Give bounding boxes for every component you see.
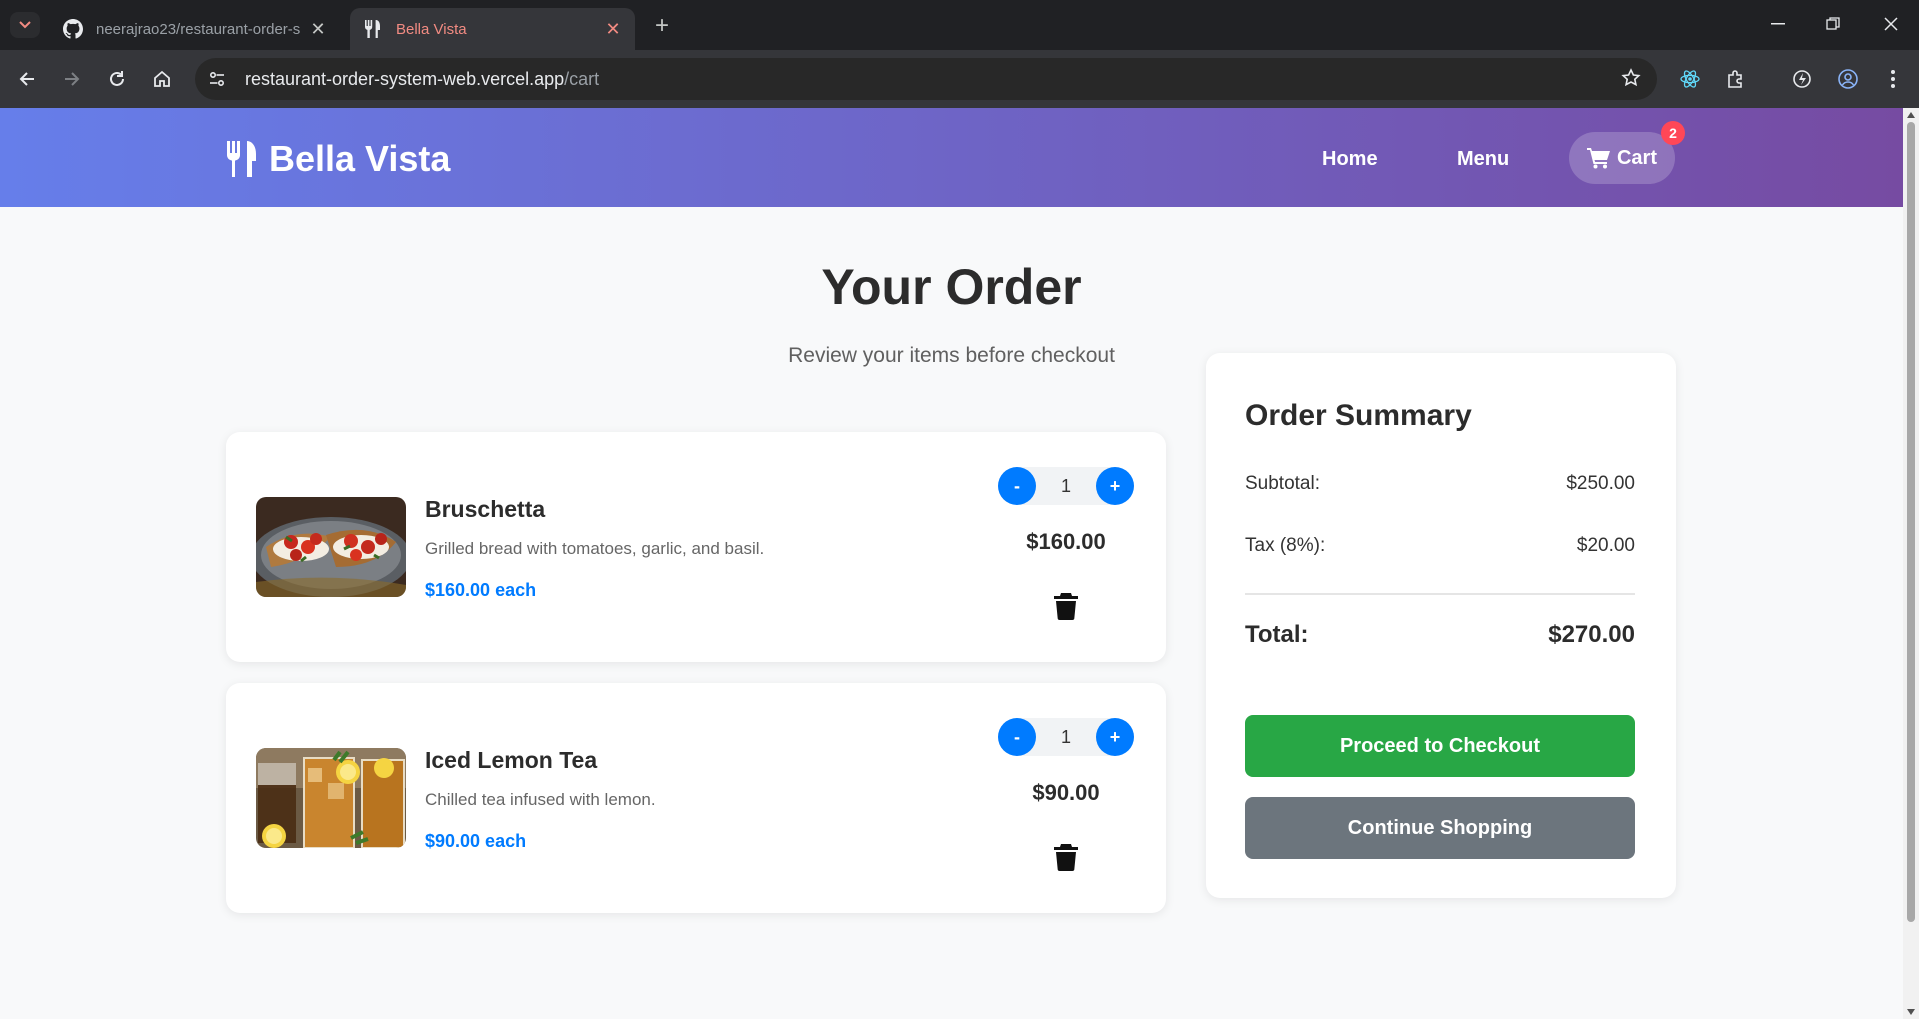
tab-github[interactable]: neerajrao23/restaurant-order-s ✕ — [50, 8, 340, 50]
page-viewport: Bella Vista Home Menu Cart 2 Your Order … — [0, 108, 1903, 1019]
chrome-menu-button[interactable] — [1878, 64, 1908, 94]
trash-icon — [1054, 593, 1078, 620]
restore-icon — [1826, 17, 1840, 30]
tax-value: $20.00 — [1576, 535, 1635, 556]
arrow-left-icon — [19, 72, 34, 86]
item-total-price: $160.00 — [1026, 529, 1106, 554]
tax-row: Tax (8%): $20.00 — [1245, 535, 1635, 557]
tab-search-button[interactable] — [10, 12, 40, 38]
item-unit-price: $160.00 each — [425, 580, 537, 600]
quantity-stepper: - 1 + — [998, 467, 1134, 505]
tab-title: Bella Vista — [396, 20, 467, 38]
brand-name: Bella Vista — [269, 138, 451, 179]
brand-logo[interactable]: Bella Vista — [225, 138, 450, 180]
order-summary-panel: Order Summary Subtotal: $250.00 Tax (8%)… — [1206, 353, 1676, 898]
profile-button[interactable] — [1833, 64, 1863, 94]
url-host: restaurant-order-system-web.vercel.app — [245, 68, 565, 89]
total-value: $270.00 — [1548, 621, 1635, 648]
tab-bella-vista[interactable]: Bella Vista ✕ — [350, 8, 635, 50]
cart-label: Cart — [1616, 146, 1657, 169]
item-name: Bruschetta — [425, 496, 546, 522]
close-tab-icon[interactable]: ✕ — [308, 19, 328, 39]
reload-icon — [110, 71, 124, 86]
increase-quantity-button[interactable]: + — [1096, 467, 1134, 505]
bookmark-star-icon[interactable] — [1621, 68, 1641, 93]
new-tab-button[interactable]: + — [648, 12, 676, 40]
arrow-right-icon — [65, 72, 80, 86]
item-name: Iced Lemon Tea — [425, 747, 598, 773]
nav-menu-link[interactable]: Menu — [1457, 148, 1509, 171]
item-description: Grilled bread with tomatoes, garlic, and… — [425, 539, 765, 558]
tab-title: neerajrao23/restaurant-order-s — [96, 20, 301, 38]
decrease-quantity-button[interactable]: - — [998, 467, 1036, 505]
extensions-button[interactable] — [1721, 64, 1751, 94]
url-text[interactable]: restaurant-order-system-web.vercel.app/c… — [245, 69, 599, 90]
scroll-up-arrow[interactable] — [1907, 112, 1915, 118]
cart-item: Iced Lemon Tea Chilled tea infused with … — [226, 683, 1166, 913]
address-bar[interactable]: restaurant-order-system-web.vercel.app/c… — [195, 58, 1657, 100]
puzzle-icon — [1728, 70, 1742, 88]
speedometer-icon — [1793, 70, 1811, 88]
site-settings-icon[interactable] — [201, 63, 233, 95]
reload-button[interactable] — [102, 64, 132, 94]
increase-quantity-button[interactable]: + — [1096, 718, 1134, 756]
close-tab-icon[interactable]: ✕ — [603, 19, 623, 39]
cart-icon — [1586, 148, 1610, 169]
subtotal-value: $250.00 — [1566, 473, 1635, 494]
react-devtools-extension[interactable] — [1675, 64, 1705, 94]
subtotal-row: Subtotal: $250.00 — [1245, 473, 1635, 495]
restore-button[interactable] — [1813, 8, 1853, 40]
remove-item-button[interactable] — [1053, 592, 1079, 620]
total-row: Total: $270.00 — [1245, 621, 1635, 649]
browser-toolbar: restaurant-order-system-web.vercel.app/c… — [0, 50, 1919, 108]
nav-cart-button[interactable]: Cart — [1569, 132, 1675, 184]
item-image-iced-lemon-tea — [256, 748, 406, 848]
minimize-icon — [1771, 23, 1785, 25]
item-unit-price: $90.00 each — [425, 831, 527, 851]
profile-icon — [1838, 69, 1858, 89]
close-window-button[interactable] — [1871, 8, 1911, 40]
quantity-value: 1 — [1060, 727, 1071, 747]
scrollbar-thumb[interactable] — [1907, 122, 1915, 922]
chevron-down-icon — [19, 21, 31, 29]
quantity-stepper: - 1 + — [998, 718, 1134, 756]
forward-button[interactable] — [57, 64, 87, 94]
cart-item: Bruschetta Grilled bread with tomatoes, … — [226, 432, 1166, 662]
subtotal-label: Subtotal: — [1245, 473, 1320, 494]
back-button[interactable] — [12, 64, 42, 94]
browser-tabstrip: neerajrao23/restaurant-order-s ✕ Bella V… — [0, 0, 1919, 50]
react-icon — [1680, 70, 1700, 88]
minimize-button[interactable] — [1758, 8, 1798, 40]
item-description: Chilled tea infused with lemon. — [425, 790, 656, 809]
cart-count-badge: 2 — [1661, 121, 1685, 145]
item-image-bruschetta — [256, 497, 406, 597]
utensils-icon — [362, 18, 384, 40]
decrease-quantity-button[interactable]: - — [998, 718, 1036, 756]
tax-label: Tax (8%): — [1245, 535, 1326, 556]
performance-button[interactable] — [1787, 64, 1817, 94]
order-summary-title: Order Summary — [1245, 399, 1472, 432]
total-label: Total: — [1245, 621, 1309, 648]
item-total-price: $90.00 — [1032, 780, 1100, 805]
remove-item-button[interactable] — [1053, 843, 1079, 871]
quantity-value: 1 — [1060, 476, 1071, 496]
home-button[interactable] — [147, 64, 177, 94]
github-icon — [62, 18, 84, 40]
summary-divider — [1245, 593, 1635, 595]
close-icon — [1884, 17, 1898, 31]
nav-home-link[interactable]: Home — [1322, 148, 1378, 171]
trash-icon — [1054, 844, 1078, 871]
kebab-menu-icon — [1891, 70, 1895, 88]
home-icon — [154, 70, 170, 87]
page-title: Your Order — [821, 259, 1082, 315]
url-path: /cart — [564, 68, 600, 89]
proceed-to-checkout-button[interactable]: Proceed to Checkout — [1245, 715, 1635, 777]
utensils-icon — [227, 141, 256, 177]
continue-shopping-button[interactable]: Continue Shopping — [1245, 797, 1635, 859]
scroll-down-arrow[interactable] — [1907, 1009, 1915, 1015]
site-header: Bella Vista Home Menu Cart 2 — [0, 108, 1903, 207]
page-scrollbar[interactable] — [1903, 108, 1919, 1019]
